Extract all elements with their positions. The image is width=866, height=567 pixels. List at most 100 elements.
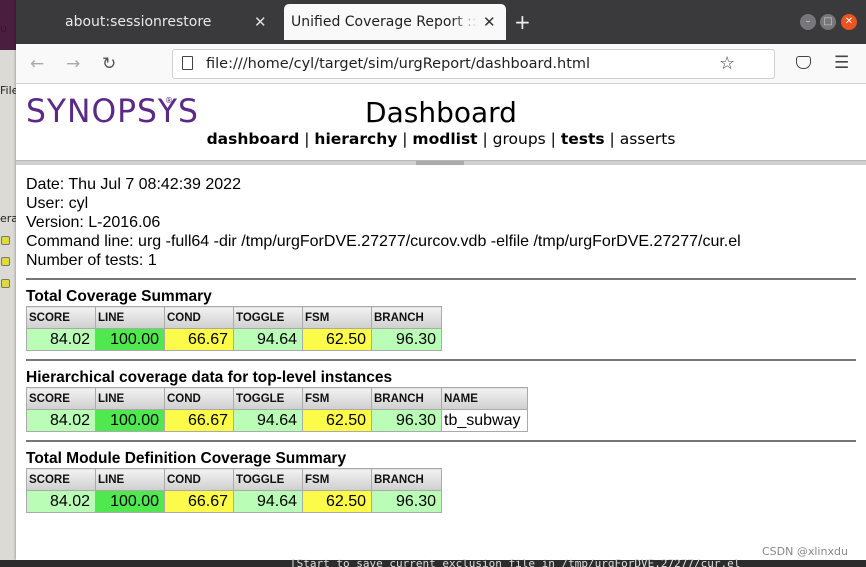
col-line: LINE [95, 387, 165, 410]
module-coverage-title: Total Module Definition Coverage Summary [26, 450, 347, 467]
cell-cond: 66.67 [164, 328, 234, 351]
dashboard-body: Date: Thu Jul 7 08:42:39 2022 User: cyl … [26, 175, 856, 513]
tab-close-icon[interactable]: ✕ [254, 13, 267, 31]
col-toggle: TOGGLE [233, 468, 303, 491]
nav-separator: | [397, 130, 413, 148]
background-terminal-text: [Start to save current exclusion file in… [290, 557, 741, 567]
tab-coverage-report[interactable]: Unified Coverage Report :: Dashboard ✕ [284, 4, 506, 40]
navigation-toolbar: ← → ↻ file:///home/cyl/target/sim/urgRep… [16, 44, 866, 84]
report-date: Date: Thu Jul 7 08:42:39 2022 [26, 176, 241, 193]
report-num-tests: Number of tests: 1 [26, 252, 157, 269]
col-branch: BRANCH [371, 468, 442, 491]
col-branch: BRANCH [371, 387, 442, 410]
hierarchical-coverage-title: Hierarchical coverage data for top-level… [26, 369, 393, 386]
cell-line: 100.00 [95, 328, 165, 351]
divider [26, 278, 856, 280]
total-coverage-title: Total Coverage Summary [26, 288, 212, 305]
cell-branch: 96.30 [371, 409, 442, 432]
col-line: LINE [95, 306, 165, 329]
desktop-background-left: u File era [0, 0, 18, 567]
back-arrow-icon[interactable]: ← [30, 54, 44, 74]
link-tests[interactable]: tests [561, 130, 605, 148]
background-fragment-1: u [0, 22, 7, 35]
total-coverage-table: SCORE LINE COND TOGGLE FSM BRANCH 84.02 … [26, 306, 442, 351]
col-score: SCORE [26, 387, 96, 410]
background-yellow-icon [1, 257, 10, 266]
tab-close-icon[interactable]: ✕ [483, 13, 496, 31]
col-branch: BRANCH [371, 306, 442, 329]
col-cond: COND [164, 387, 234, 410]
cell-score: 84.02 [26, 409, 96, 432]
col-cond: COND [164, 306, 234, 329]
tab-title: about:sessionrestore [65, 14, 212, 30]
maximize-window-icon[interactable]: □ [820, 14, 836, 30]
background-yellow-icon [1, 279, 10, 288]
report-header: SYNOPSYS ® Dashboard dashboard | hierarc… [16, 84, 866, 160]
col-toggle: TOGGLE [233, 306, 303, 329]
frame-resize-grip[interactable] [416, 161, 464, 165]
tab-session-restore[interactable]: about:sessionrestore ✕ [46, 4, 278, 40]
module-coverage-table: SCORE LINE COND TOGGLE FSM BRANCH 84.02 … [26, 468, 442, 513]
hamburger-menu-icon[interactable]: ☰ [834, 53, 849, 73]
link-dashboard[interactable]: dashboard [207, 130, 300, 148]
link-asserts[interactable]: asserts [620, 130, 676, 148]
forward-arrow-icon[interactable]: → [66, 54, 80, 74]
frame-divider[interactable] [16, 160, 866, 165]
watermark: CSDN @xlinxdu [762, 545, 848, 558]
address-bar[interactable]: file:///home/cyl/target/sim/urgReport/da… [172, 49, 775, 79]
col-line: LINE [95, 468, 165, 491]
link-modlist[interactable]: modlist [412, 130, 477, 148]
nav-separator: | [545, 130, 561, 148]
cell-toggle: 94.64 [233, 328, 303, 351]
cell-branch: 96.30 [371, 490, 442, 513]
pocket-icon[interactable] [796, 56, 811, 69]
nav-separator: | [299, 130, 315, 148]
cell-line: 100.00 [95, 490, 165, 513]
reload-icon[interactable]: ↻ [102, 54, 116, 74]
table-row: 84.02 100.00 66.67 94.64 62.50 96.30 [26, 328, 442, 351]
report-command-line: Command line: urg -full64 -dir /tmp/urgF… [26, 233, 741, 250]
page-title: Dashboard [365, 96, 517, 129]
page-icon [182, 56, 193, 70]
col-score: SCORE [26, 306, 96, 329]
cell-branch: 96.30 [371, 328, 442, 351]
cell-score: 84.02 [26, 328, 96, 351]
col-fsm: FSM [302, 468, 372, 491]
divider [26, 440, 856, 442]
browser-window: about:sessionrestore ✕ Unified Coverage … [16, 0, 866, 560]
close-window-icon[interactable]: ✕ [841, 14, 857, 30]
link-groups[interactable]: groups [493, 130, 546, 148]
link-hierarchy[interactable]: hierarchy [314, 130, 397, 148]
table-row: 84.02 100.00 66.67 94.64 62.50 96.30 [26, 490, 442, 513]
cell-line: 100.00 [95, 409, 165, 432]
nav-separator: | [604, 130, 620, 148]
table-row: 84.02 100.00 66.67 94.64 62.50 96.30 tb_… [26, 409, 528, 432]
tab-title: Unified Coverage Report :: Dashboard [291, 14, 479, 30]
cell-fsm: 62.50 [302, 409, 372, 432]
cell-cond: 66.67 [164, 409, 234, 432]
table-header-row: SCORE LINE COND TOGGLE FSM BRANCH NAME [26, 387, 528, 410]
table-header-row: SCORE LINE COND TOGGLE FSM BRANCH [26, 468, 442, 491]
col-fsm: FSM [302, 387, 372, 410]
url-text[interactable]: file:///home/cyl/target/sim/urgReport/da… [206, 56, 590, 72]
col-name: NAME [441, 387, 528, 410]
page-content: SYNOPSYS ® Dashboard dashboard | hierarc… [16, 84, 866, 560]
report-version: Version: L-2016.06 [26, 214, 161, 231]
report-nav-links: dashboard | hierarchy | modlist | groups… [16, 130, 866, 148]
hierarchical-coverage-table: SCORE LINE COND TOGGLE FSM BRANCH NAME 8… [26, 387, 528, 432]
col-toggle: TOGGLE [233, 387, 303, 410]
new-tab-button[interactable]: + [514, 10, 531, 34]
cell-toggle: 94.64 [233, 409, 303, 432]
cell-fsm: 62.50 [302, 328, 372, 351]
col-fsm: FSM [302, 306, 372, 329]
background-yellow-icon [1, 236, 10, 245]
col-score: SCORE [26, 468, 96, 491]
nav-separator: | [477, 130, 493, 148]
cell-cond: 66.67 [164, 490, 234, 513]
col-cond: COND [164, 468, 234, 491]
cell-instance-name[interactable]: tb_subway [441, 409, 528, 432]
bookmark-star-icon[interactable]: ☆ [719, 53, 735, 74]
report-user: User: cyl [26, 195, 89, 212]
cell-toggle: 94.64 [233, 490, 303, 513]
minimize-window-icon[interactable]: – [800, 14, 816, 30]
